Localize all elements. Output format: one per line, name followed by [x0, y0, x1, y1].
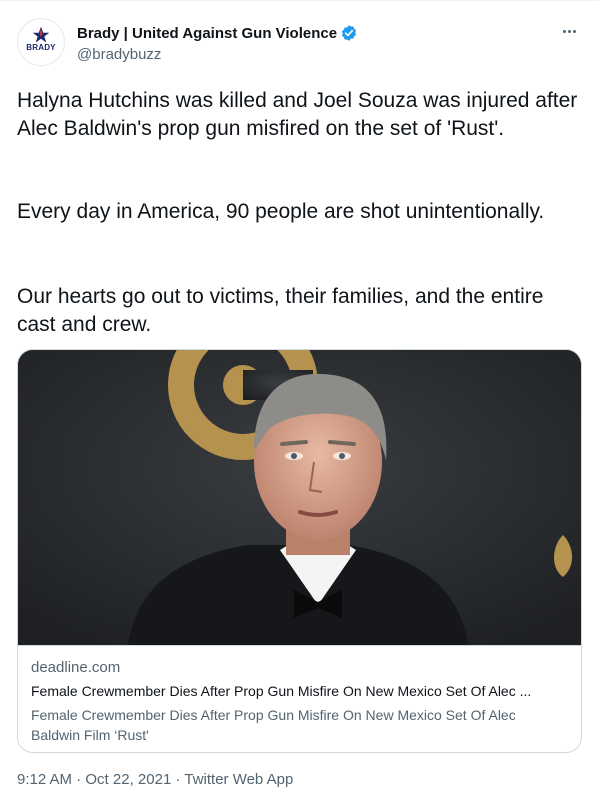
verified-badge-icon	[342, 25, 357, 41]
more-horizontal-icon[interactable]	[558, 22, 580, 40]
author-name-row: Brady | United Against Gun Violence	[77, 24, 358, 42]
author-handle[interactable]: @bradybuzz	[77, 46, 161, 63]
avatar[interactable]: BRADY ​	[17, 18, 65, 66]
tweet-paragraph-1: Halyna Hutchins was killed and Joel Souz…	[17, 89, 578, 140]
card-divider	[18, 645, 581, 646]
tweet-source[interactable]: Twitter Web App	[184, 771, 293, 788]
card-description: Female Crewmember Dies After Prop Gun Mi…	[31, 707, 516, 743]
tweet-paragraph-2: Every day in America, 90 people are shot…	[17, 200, 545, 223]
card-title: Female Crewmember Dies After Prop Gun Mi…	[31, 683, 532, 699]
star-icon	[32, 26, 50, 43]
avatar-brand-text: BRADY	[26, 43, 56, 52]
card-domain: deadline.com	[31, 659, 121, 676]
tweet-paragraph-3: Our hearts go out to victims, their fami…	[17, 285, 544, 336]
tweet-timestamp-row: 9:12 AM · Oct 22, 2021 · Twitter Web App	[17, 771, 293, 788]
separator: ·	[171, 771, 185, 788]
separator: ·	[72, 771, 86, 788]
tweet-time[interactable]: 9:12 AM	[17, 771, 72, 788]
card-image[interactable]	[18, 350, 581, 645]
top-divider	[0, 0, 598, 1]
link-preview-card[interactable]: deadline.com Female Crewmember Dies Afte…	[17, 349, 582, 753]
author-name[interactable]: Brady | United Against Gun Violence	[77, 25, 337, 42]
tweet-date[interactable]: Oct 22, 2021	[85, 771, 171, 788]
